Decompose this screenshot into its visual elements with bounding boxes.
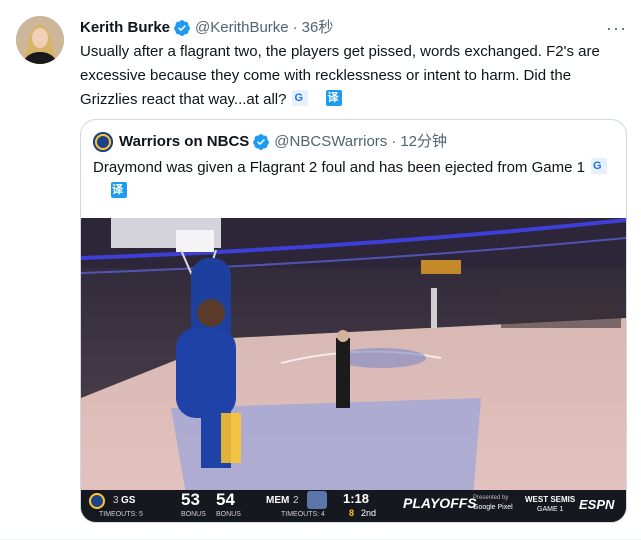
quote-google-translate-icon[interactable]: G (590, 158, 607, 174)
team2-seed: 2 (293, 495, 299, 506)
mem-logo-icon (307, 491, 327, 509)
timestamp[interactable]: 36秒 (302, 18, 334, 38)
quote-text-content: Draymond was given a Flagrant 2 foul and… (93, 159, 585, 176)
bonus2: BONUS (216, 511, 241, 518)
team1-score: 53 (181, 490, 200, 509)
quote-text: Draymond was given a Flagrant 2 foul and… (93, 156, 613, 204)
tweet-text: Usually after a flagrant two, the player… (80, 40, 628, 112)
quote-verified-badge-icon (252, 133, 270, 151)
network-logo: ESPN (579, 497, 615, 512)
team1-timeouts: TIMEOUTS: 5 (99, 511, 143, 518)
team1-name: GS (121, 495, 136, 506)
verified-badge-icon (173, 19, 191, 37)
more-icon[interactable]: ··· (606, 18, 627, 39)
quoted-tweet[interactable]: Warriors on NBCS @NBCSWarriors · 12分钟 Dr… (80, 119, 627, 523)
game-label: GAME 1 (537, 506, 564, 513)
playoffs-logo: PLAYOFFS (403, 495, 477, 511)
presented-by: Presented by (473, 495, 509, 501)
gs-logo-icon (89, 493, 105, 509)
avatar[interactable] (16, 16, 64, 64)
quote-timestamp[interactable]: 12分钟 (400, 132, 447, 152)
bonus1: BONUS (181, 511, 206, 518)
team2-score: 54 (216, 490, 235, 509)
author-name[interactable]: Kerith Burke (80, 18, 170, 38)
quote-separator-dot: · (391, 133, 397, 150)
separator-dot: · (292, 19, 298, 36)
author-handle[interactable]: @KerithBurke (195, 18, 289, 38)
quote-author-handle[interactable]: @NBCSWarriors (274, 132, 387, 152)
tweet[interactable]: Kerith Burke @KerithBurke · 36秒 ··· Usua… (0, 0, 641, 540)
game-clock: 1:18 (343, 491, 370, 506)
team2-timeouts: TIMEOUTS: 4 (281, 511, 325, 518)
shot-clock: 8 (349, 508, 355, 518)
period: 2nd (361, 508, 377, 518)
quote-avatar-icon (93, 132, 113, 152)
video-frame (81, 218, 626, 522)
quote-translate-icon[interactable]: 译 (111, 182, 127, 198)
quote-author-name[interactable]: Warriors on NBCS (119, 132, 249, 152)
team2-name: MEM (266, 495, 290, 506)
sponsor: Google Pixel (473, 504, 513, 511)
video-player[interactable]: 3 GS 53 54 TIMEOUTS: 5 BONUS BONUS MEM 2… (81, 218, 626, 522)
series-label: WEST SEMIS (525, 495, 576, 504)
translate-icon[interactable]: 译 (326, 90, 343, 106)
scoreboard: 3 GS 53 54 TIMEOUTS: 5 BONUS BONUS MEM 2… (81, 490, 626, 522)
team1-seed: 3 (113, 495, 119, 506)
quote-header: Warriors on NBCS @NBCSWarriors · 12分钟 (93, 132, 447, 152)
tweet-header: Kerith Burke @KerithBurke · 36秒 (80, 18, 333, 38)
google-translate-icon[interactable]: G (292, 90, 309, 106)
